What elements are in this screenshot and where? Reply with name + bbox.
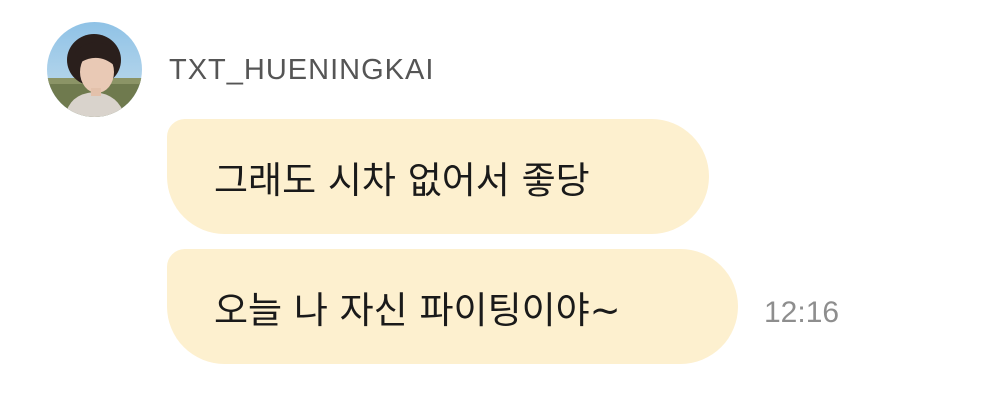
message-text: 오늘 나 자신 파이팅이야~ bbox=[214, 288, 621, 332]
message-timestamp: 12:16 bbox=[764, 296, 840, 329]
message-text: 그래도 시차 없어서 좋당 bbox=[214, 158, 590, 202]
sender-avatar[interactable] bbox=[47, 22, 142, 117]
message-bubble[interactable]: 그래도 시차 없어서 좋당 bbox=[167, 119, 709, 234]
message-bubble[interactable]: 오늘 나 자신 파이팅이야~ bbox=[167, 249, 738, 364]
avatar-photo-icon bbox=[47, 22, 142, 117]
sender-name: TXT_HUENINGKAI bbox=[169, 54, 435, 86]
